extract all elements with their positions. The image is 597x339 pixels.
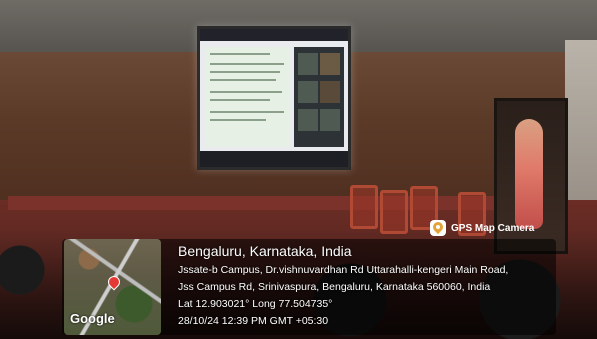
slide-line: [210, 99, 270, 101]
slide-line: [210, 79, 276, 81]
screen-titlebar: [200, 29, 348, 41]
address-line-1: Jssate-b Campus, Dr.vishnuvardhan Rd Utt…: [178, 264, 509, 276]
stage-chair: [350, 185, 378, 229]
projector-screen: [197, 26, 351, 170]
coordinates: Lat 12.903021° Long 77.504735°: [178, 298, 333, 310]
screen-toolbar: [200, 151, 348, 167]
photo-scene: GPS Map Camera Google Bengaluru, Karnata…: [0, 0, 597, 339]
slide-line: [210, 53, 270, 55]
video-tile: [320, 53, 340, 75]
slide-line: [210, 119, 266, 121]
video-tile: [298, 81, 318, 103]
painted-figure: [515, 119, 543, 229]
stage-edge: [8, 196, 528, 210]
screen-video-panel: [294, 47, 344, 147]
timestamp: 28/10/24 12:39 PM GMT +05:30: [178, 315, 329, 327]
screen-slide: [206, 47, 290, 147]
video-tile: [298, 109, 318, 131]
gps-badge: GPS Map Camera: [430, 218, 542, 238]
video-tile: [320, 109, 340, 131]
gps-map-camera-icon: [430, 220, 446, 236]
slide-line: [210, 71, 280, 73]
gps-badge-label: GPS Map Camera: [451, 222, 535, 234]
location-title: Bengaluru, Karnataka, India: [178, 243, 352, 259]
address-line-2: Jss Campus Rd, Srinivaspura, Bengaluru, …: [178, 281, 491, 293]
video-tile: [320, 81, 340, 103]
video-tile: [298, 53, 318, 75]
slide-line: [210, 91, 282, 93]
slide-line: [210, 63, 284, 65]
google-attribution: Google: [70, 311, 115, 326]
stage-chair: [380, 190, 408, 234]
slide-line: [210, 111, 284, 113]
